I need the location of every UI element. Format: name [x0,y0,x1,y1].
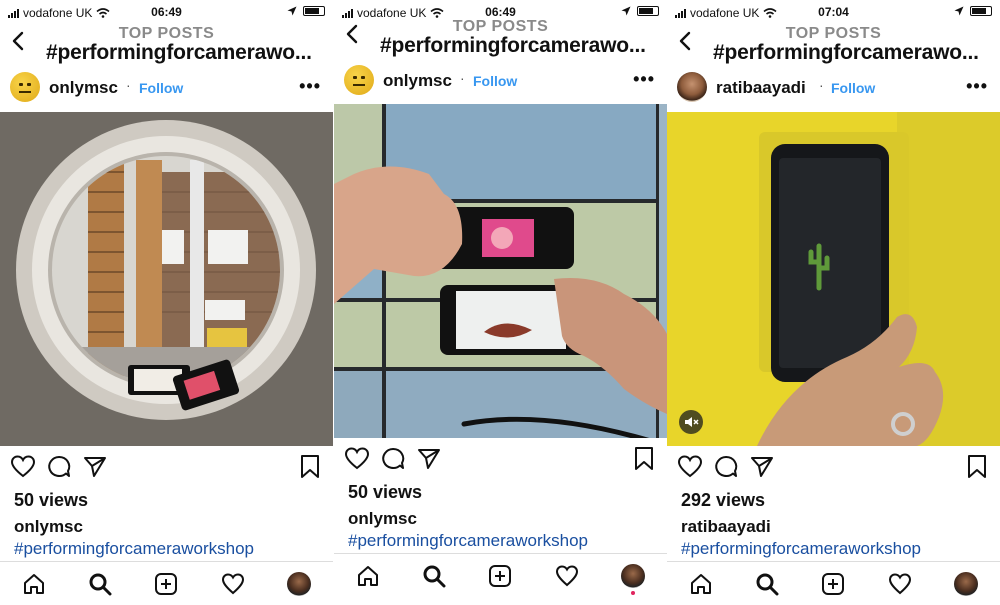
home-icon[interactable] [22,572,46,596]
porthole-window-photo [0,112,333,446]
screen-3: vodafone UK 07:04 TOP POSTS #performingf… [667,0,1000,605]
views-count: 50 views [348,482,423,502]
hashtag-title: #performingforcamerawo... [380,34,646,57]
tab-bar [0,561,333,605]
avatar[interactable] [677,72,707,102]
search-icon[interactable] [422,564,446,588]
share-icon[interactable] [82,454,108,480]
profile-avatar-icon[interactable] [287,572,311,596]
comment-icon[interactable] [380,446,406,472]
status-time: 06:49 [151,5,182,19]
hashtag-nav: TOP POSTS #performingforcamerawo... [0,22,333,64]
post-media[interactable] [667,112,1000,446]
avatar[interactable] [10,72,40,102]
heart-icon[interactable] [344,446,370,472]
post-header: ratibaayadi · Follow ••• [667,64,1000,110]
post-header: onlymsc · Follow ••• [0,64,333,110]
hashtag-title: #performingforcamerawo... [713,41,979,64]
share-icon[interactable] [749,454,775,480]
home-icon[interactable] [689,572,713,596]
profile-avatar-icon[interactable] [954,572,978,596]
post-media[interactable] [0,112,333,446]
location-arrow-icon [954,6,964,16]
comment-icon[interactable] [713,454,739,480]
caption-hashtag[interactable]: #performingforcameraworkshop [681,539,921,559]
more-dots-icon[interactable]: ••• [299,76,321,97]
activity-heart-icon[interactable] [221,572,245,596]
home-icon[interactable] [356,564,380,588]
screen-1: vodafone UK 06:49 TOP POSTS #performingf… [0,0,333,605]
post-actions [667,452,1000,482]
activity-heart-icon[interactable] [555,564,579,588]
caption-username[interactable]: onlymsc [14,517,83,537]
more-dots-icon[interactable]: ••• [966,76,988,97]
tiles-with-phones-photo [334,104,667,438]
views-count: 50 views [14,490,89,510]
battery-icon [303,6,325,16]
post-actions [334,444,667,474]
status-bar: vodafone UK 07:04 [667,0,1000,22]
follow-button[interactable]: Follow [139,80,183,96]
post-media[interactable] [334,104,667,438]
post-header: onlymsc · Follow ••• [334,57,667,103]
status-right [954,6,992,16]
phone-on-yellow-wall-photo [667,112,1000,446]
status-right [287,6,325,16]
bookmark-icon[interactable] [966,454,988,480]
profile-avatar-icon[interactable] [621,564,645,588]
screen-2: vodafone UK 06:49 TOP POSTS #performingf… [334,0,667,605]
separator-dot: · [819,77,824,93]
follow-button[interactable]: Follow [831,80,875,96]
hashtag-nav: TOP POSTS #performingforcamerawo... [334,15,667,57]
bookmark-icon[interactable] [299,454,321,480]
hashtag-nav: TOP POSTS #performingforcamerawo... [667,22,1000,64]
heart-icon[interactable] [10,454,36,480]
search-icon[interactable] [755,572,779,596]
follow-button[interactable]: Follow [473,73,517,89]
views-count: 292 views [681,490,766,510]
tab-bar [667,561,1000,605]
caption-username[interactable]: onlymsc [348,509,417,529]
post-username[interactable]: onlymsc [49,78,118,98]
avatar[interactable] [344,65,374,95]
post-actions [0,452,333,482]
new-post-icon[interactable] [154,572,178,596]
tab-bar [334,553,667,597]
new-post-icon[interactable] [488,564,512,588]
status-bar: vodafone UK 06:49 [0,0,333,22]
caption-hashtag[interactable]: #performingforcameraworkshop [348,531,588,551]
comment-icon[interactable] [46,454,72,480]
notification-dot [631,591,635,595]
post-username[interactable]: ratibaayadi [716,78,806,98]
more-dots-icon[interactable]: ••• [633,69,655,90]
mute-icon[interactable] [679,410,703,434]
post-username[interactable]: onlymsc [383,71,452,91]
battery-icon [970,6,992,16]
bookmark-icon[interactable] [633,446,655,472]
activity-heart-icon[interactable] [888,572,912,596]
caption-username[interactable]: ratibaayadi [681,517,771,537]
location-arrow-icon [287,6,297,16]
heart-icon[interactable] [677,454,703,480]
status-time: 07:04 [818,5,849,19]
caption-hashtag[interactable]: #performingforcameraworkshop [14,539,254,559]
separator-dot: · [460,70,465,86]
new-post-icon[interactable] [821,572,845,596]
separator-dot: · [126,77,131,93]
search-icon[interactable] [88,572,112,596]
hashtag-title: #performingforcamerawo... [46,41,312,64]
share-icon[interactable] [416,446,442,472]
